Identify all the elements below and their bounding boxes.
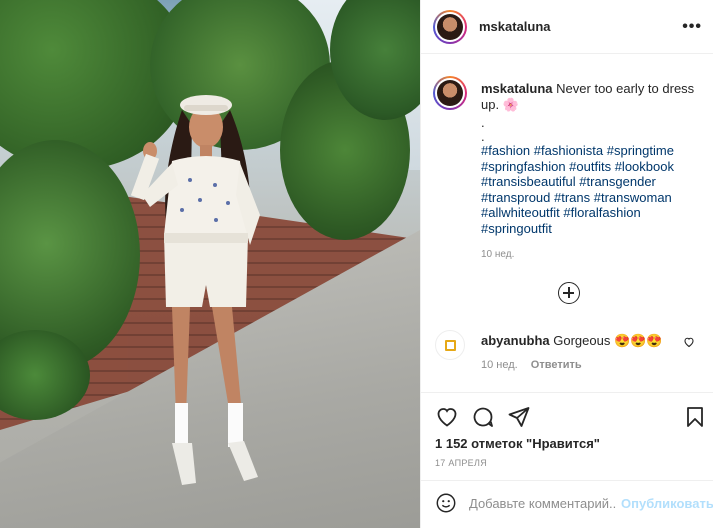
comment-meta: 10 нед. Ответить [481,359,582,371]
comment: abyanubha Gorgeous 😍😍😍 [481,333,663,349]
post-header: mskataluna ••• [421,0,713,54]
caption-hashtags[interactable]: #fashion #fashionista #springtime #sprin… [481,143,711,237]
comment-time: 10 нед. [481,359,518,371]
more-options-icon[interactable]: ••• [682,18,702,36]
post-panel: mskataluna ••• mskataluna Never too earl… [420,0,713,528]
like-heart-icon[interactable] [435,405,459,429]
actions-divider [421,392,713,393]
caption-username[interactable]: mskataluna [481,81,553,96]
emoji-smiley-icon[interactable] [435,492,457,514]
avatar-image [437,80,463,106]
caption-time: 10 нед. [481,249,515,260]
post-photo[interactable] [0,0,420,528]
caption: mskataluna Never too early to dress up. … [481,81,703,112]
comment-input[interactable] [469,490,617,516]
avatar-image [437,14,463,40]
publish-button[interactable]: Опубликовать [621,496,713,511]
load-more-comments-button[interactable] [558,282,580,304]
reply-button[interactable]: Ответить [531,359,582,371]
share-send-icon[interactable] [507,405,531,429]
comment-box-divider [421,480,713,481]
photo-figure [130,95,260,485]
likes-count[interactable]: 1 152 отметок "Нравится" [435,436,600,451]
author-avatar[interactable] [433,10,467,44]
author-username[interactable]: mskataluna [479,19,551,34]
caption-author-avatar[interactable] [433,76,467,110]
caption-dot: . [481,115,485,130]
caption-dot: . [481,129,485,144]
post-date: 17 АПРЕЛЯ [435,458,487,468]
save-bookmark-icon[interactable] [683,405,707,429]
commenter-username[interactable]: abyanubha [481,333,550,348]
comment-text: Gorgeous 😍😍😍 [553,333,663,348]
comment-bubble-icon[interactable] [471,405,495,429]
commenter-avatar[interactable] [435,330,465,360]
caption-emoji: 🌸 [502,96,519,112]
comment-like-heart-icon[interactable] [683,336,695,348]
